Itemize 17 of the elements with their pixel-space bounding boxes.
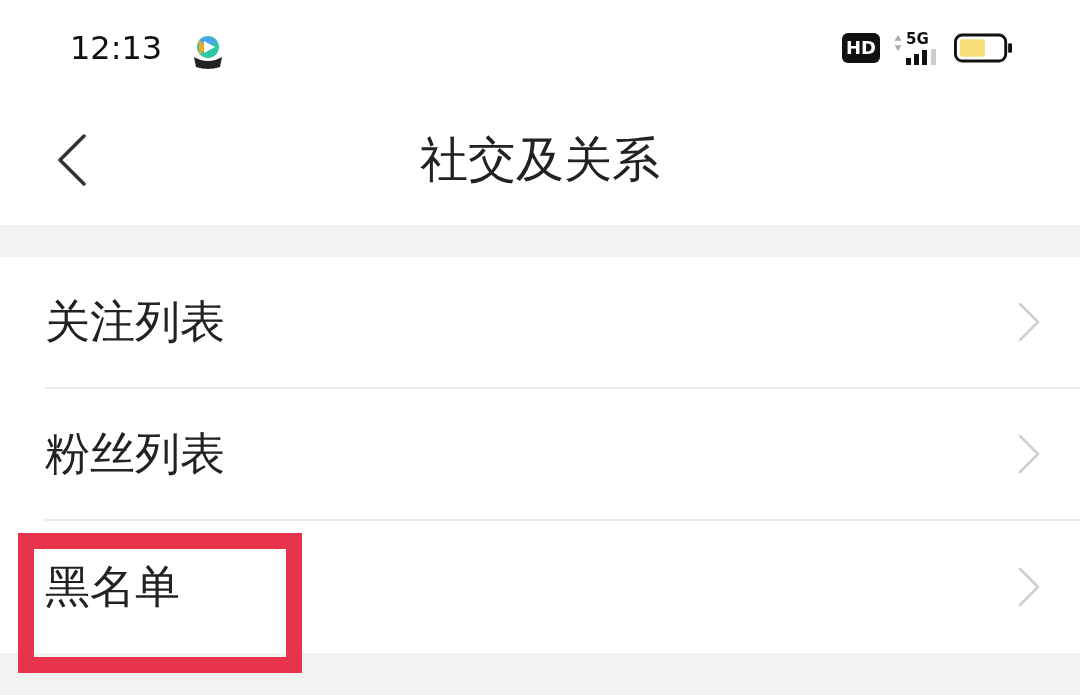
chevron-right-icon xyxy=(1018,434,1040,474)
signal-icon xyxy=(906,48,936,65)
network-type-label: 5G xyxy=(906,30,929,47)
chevron-left-icon xyxy=(57,134,87,186)
hd-badge: HD xyxy=(842,32,880,63)
chevron-right-icon xyxy=(1018,302,1040,342)
chevron-right-icon xyxy=(1018,567,1040,607)
page-title: 社交及关系 xyxy=(420,130,660,189)
menu-item[interactable]: 粉丝列表 xyxy=(45,389,1080,521)
status-time: 12:13 xyxy=(70,28,163,67)
menu-item[interactable]: 黑名单 xyxy=(45,521,1080,653)
menu-item-label: 粉丝列表 xyxy=(45,426,225,482)
battery-icon xyxy=(954,32,1012,63)
data-arrows-icon xyxy=(894,34,902,51)
menu-item-label: 关注列表 xyxy=(45,294,225,350)
menu-item[interactable]: 关注列表 xyxy=(45,257,1080,389)
menu-item-label: 黑名单 xyxy=(45,559,180,615)
